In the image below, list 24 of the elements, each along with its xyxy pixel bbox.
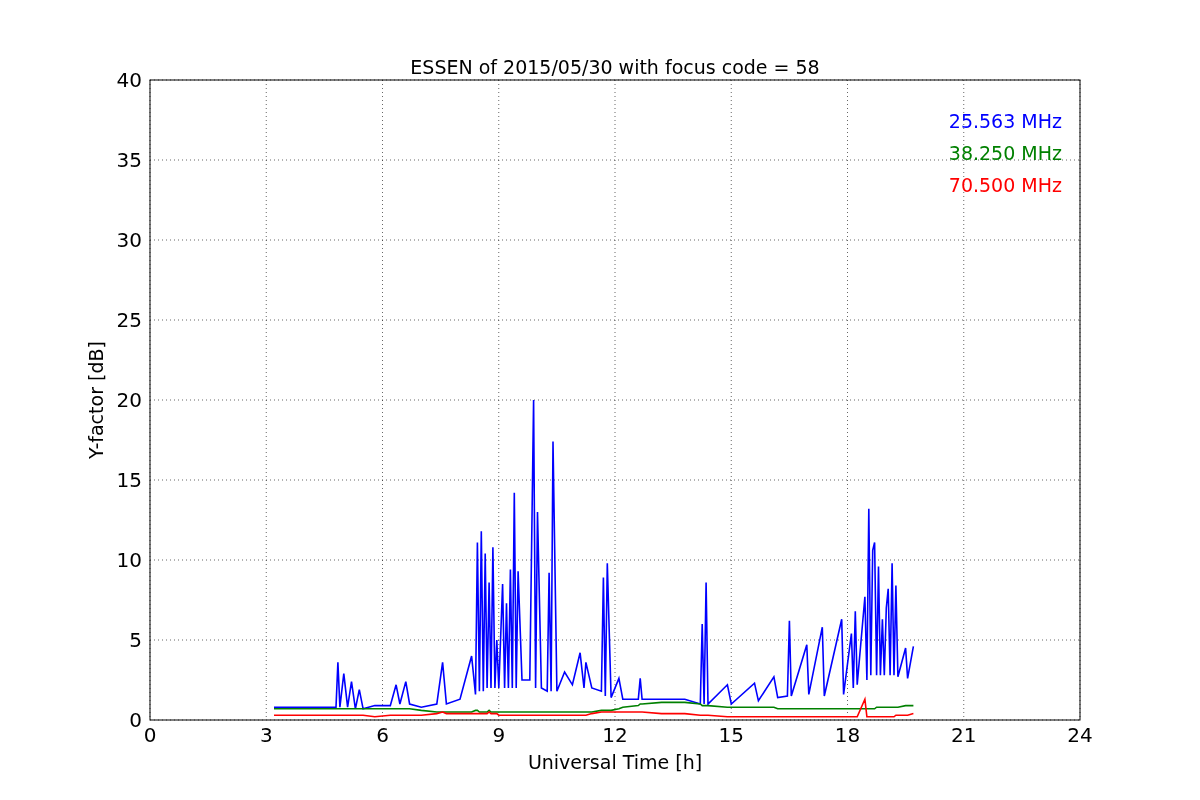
y-tick-label: 15: [116, 468, 142, 492]
chart-title: ESSEN of 2015/05/30 with focus code = 58: [410, 56, 820, 78]
x-tick-label: 21: [951, 723, 977, 747]
y-tick-label: 35: [116, 148, 142, 172]
legend-label: 25.563 MHz: [948, 110, 1062, 132]
y-tick-label: 30: [116, 228, 142, 252]
y-tick-label: 20: [116, 388, 142, 412]
x-tick-label: 9: [492, 723, 506, 747]
x-tick-label: 0: [143, 723, 157, 747]
x-tick-label: 15: [718, 723, 744, 747]
y-tick-label: 40: [116, 68, 142, 92]
legend-label: 38.250 MHz: [948, 142, 1062, 164]
x-tick-label: 24: [1067, 723, 1093, 747]
legend-label: 70.500 MHz: [948, 174, 1062, 196]
y-tick-label: 10: [116, 548, 142, 572]
x-tick-label: 6: [376, 723, 389, 747]
y-tick-label: 0: [129, 708, 142, 732]
x-tick-label: 12: [602, 723, 628, 747]
y-tick-label: 5: [129, 628, 142, 652]
x-tick-label: 3: [259, 723, 273, 747]
y-axis-label: Y-factor [dB]: [85, 341, 107, 459]
y-tick-label: 25: [116, 308, 142, 332]
x-axis-label: Universal Time [h]: [527, 751, 703, 773]
x-tick-label: 18: [834, 723, 861, 747]
